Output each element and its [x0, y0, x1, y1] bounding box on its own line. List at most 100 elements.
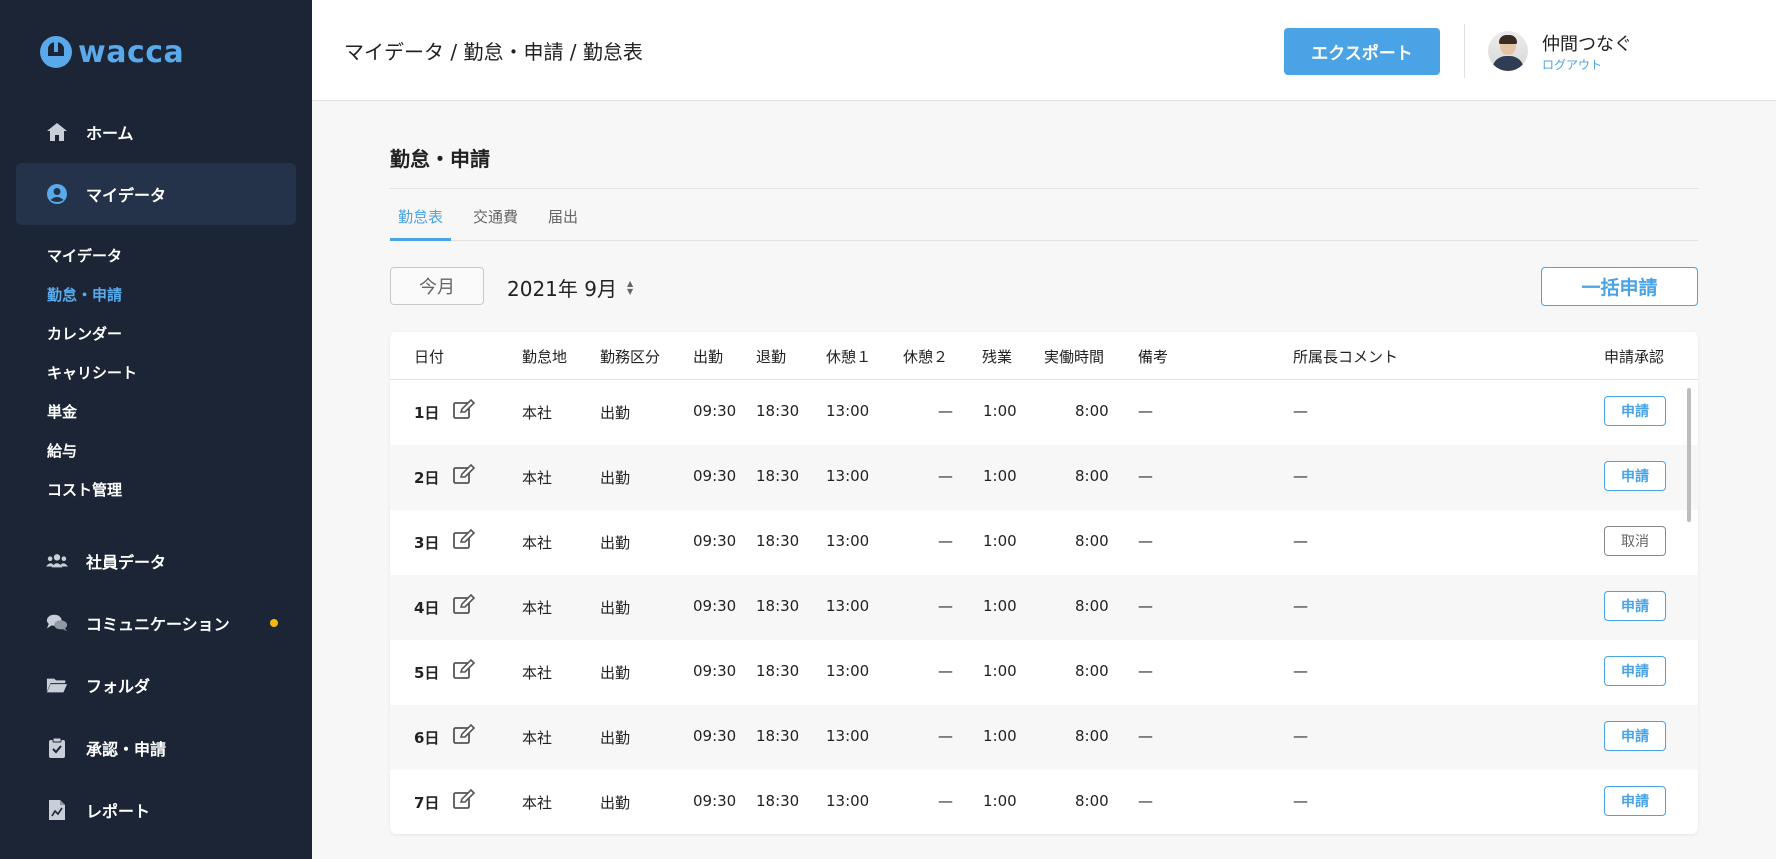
export-button[interactable]: エクスポート [1284, 28, 1440, 75]
sort-icon: ▲ ▼ [626, 278, 634, 296]
nav-item-label: ホーム [86, 124, 134, 143]
cell-overtime: 1:00 [983, 727, 1017, 745]
nav-item-home[interactable]: ホーム [16, 101, 296, 163]
app-logo[interactable]: wacca [40, 34, 184, 70]
cell-overtime: 1:00 [983, 792, 1017, 810]
logo-icon [40, 36, 72, 68]
apply-button[interactable]: 申請 [1604, 786, 1666, 816]
attendance-table: 日付 勤怠地 勤務区分 出勤 退勤 休憩１ 休憩２ 残業 実働時間 備考 所属長… [390, 332, 1698, 834]
col-overtime: 残業 [982, 348, 1013, 366]
table-scrollbar[interactable] [1687, 388, 1691, 522]
apply-button[interactable]: 申請 [1604, 461, 1666, 491]
cell-worked-hours: 8:00 [1075, 532, 1109, 550]
cell-overtime: 1:00 [983, 532, 1017, 550]
cell-worked-hours: 8:00 [1075, 402, 1109, 420]
cell-work-type: 出勤 [600, 469, 631, 487]
apply-button[interactable]: 申請 [1604, 656, 1666, 686]
clipboard-check-icon [46, 737, 68, 759]
edit-icon[interactable] [452, 593, 476, 617]
cell-place: 本社 [522, 404, 553, 422]
edit-icon[interactable] [452, 788, 476, 812]
edit-icon[interactable] [452, 463, 476, 487]
col-note: 備考 [1138, 348, 1169, 366]
subnav-item-salary[interactable]: 給与 [47, 439, 137, 478]
cell-worked-hours: 8:00 [1075, 597, 1109, 615]
cell-overtime: 1:00 [983, 402, 1017, 420]
cell-overtime: 1:00 [983, 467, 1017, 485]
col-worked-hours: 実働時間 [1044, 348, 1105, 366]
cancel-request-button[interactable]: 取消 [1604, 526, 1666, 556]
cell-work-type: 出勤 [600, 794, 631, 812]
cell-clock-out: 18:30 [756, 402, 800, 420]
month-selector[interactable]: 2021年 9月 ▲ ▼ [507, 273, 633, 302]
cell-clock-in: 09:30 [693, 532, 737, 550]
tab-attendance-sheet[interactable]: 勤怠表 [390, 200, 452, 241]
title-divider [390, 188, 1698, 189]
cell-worked-hours: 8:00 [1075, 662, 1109, 680]
tab-notifications[interactable]: 届出 [540, 200, 586, 241]
col-approval: 申請承認 [1604, 348, 1665, 366]
bulk-apply-button[interactable]: 一括申請 [1541, 267, 1698, 306]
col-manager-comment: 所属長コメント [1293, 348, 1399, 366]
apply-button[interactable]: 申請 [1604, 591, 1666, 621]
sidebar: wacca ホーム マイデータ マイデータ 勤怠・申請 カレンダー キャリシート… [0, 0, 312, 859]
cell-note: — [1138, 402, 1153, 420]
cell-break1: 13:00 [826, 402, 870, 420]
report-icon [46, 799, 68, 821]
cell-break2: — [938, 662, 953, 680]
avatar-hair [1499, 35, 1517, 44]
edit-icon[interactable] [452, 528, 476, 552]
nav-item-folder[interactable]: フォルダ [16, 654, 296, 716]
subnav-item-mydata[interactable]: マイデータ [47, 244, 137, 283]
table-row: 2日 本社 出勤 09:30 18:30 13:00 — 1:00 8:00 — — 申請 [390, 445, 1698, 510]
col-date: 日付 [414, 348, 445, 366]
col-clock-out: 退勤 [756, 348, 787, 366]
apply-button[interactable]: 申請 [1604, 721, 1666, 751]
subnav-item-unit-price[interactable]: 単金 [47, 400, 137, 439]
subnav-item-calendar[interactable]: カレンダー [47, 322, 137, 361]
cell-date: 3日 [414, 534, 440, 552]
table-header: 日付 勤怠地 勤務区分 出勤 退勤 休憩１ 休憩２ 残業 実働時間 備考 所属長… [390, 332, 1698, 380]
cell-clock-out: 18:30 [756, 727, 800, 745]
page-title: 勤怠・申請 [390, 147, 490, 171]
nav-item-approvals[interactable]: 承認・申請 [16, 717, 296, 779]
nav-item-report[interactable]: レポート [16, 779, 296, 841]
edit-icon[interactable] [452, 723, 476, 747]
cell-manager-comment: — [1293, 532, 1308, 550]
cell-clock-in: 09:30 [693, 597, 737, 615]
cell-note: — [1138, 727, 1153, 745]
cell-place: 本社 [522, 729, 553, 747]
avatar[interactable] [1488, 31, 1528, 71]
table-row: 5日 本社 出勤 09:30 18:30 13:00 — 1:00 8:00 — — 申請 [390, 640, 1698, 705]
nav-item-employees[interactable]: 社員データ [16, 530, 296, 592]
apply-button[interactable]: 申請 [1604, 396, 1666, 426]
nav-item-label: コミュニケーション [86, 615, 230, 634]
subnav-item-career-sheet[interactable]: キャリシート [47, 361, 137, 400]
top-header: マイデータ / 勤怠・申請 / 勤怠表 エクスポート 仲間つなぐ ログアウト [312, 0, 1776, 101]
cell-note: — [1138, 597, 1153, 615]
logout-link[interactable]: ログアウト [1542, 56, 1602, 73]
cell-break1: 13:00 [826, 662, 870, 680]
nav-item-mydata[interactable]: マイデータ [16, 163, 296, 225]
table-row: 3日 本社 出勤 09:30 18:30 13:00 — 1:00 8:00 — — 取消 [390, 510, 1698, 575]
cell-note: — [1138, 467, 1153, 485]
this-month-button[interactable]: 今月 [390, 267, 484, 305]
col-clock-in: 出勤 [693, 348, 724, 366]
cell-worked-hours: 8:00 [1075, 467, 1109, 485]
edit-icon[interactable] [452, 658, 476, 682]
table-row: 7日 本社 出勤 09:30 18:30 13:00 — 1:00 8:00 — — 申請 [390, 770, 1698, 834]
cell-note: — [1138, 662, 1153, 680]
cell-date: 4日 [414, 599, 440, 617]
cell-clock-in: 09:30 [693, 662, 737, 680]
subnav-item-cost[interactable]: コスト管理 [47, 478, 137, 517]
cell-clock-in: 09:30 [693, 792, 737, 810]
col-break2: 休憩２ [903, 348, 949, 366]
notification-dot [270, 619, 278, 627]
header-divider [1464, 24, 1465, 78]
subnav-item-attendance[interactable]: 勤怠・申請 [47, 283, 137, 322]
user-circle-icon [46, 183, 68, 205]
tab-transportation[interactable]: 交通費 [465, 200, 526, 241]
nav-item-communication[interactable]: コミュニケーション [16, 592, 296, 654]
edit-icon[interactable] [452, 398, 476, 422]
cell-place: 本社 [522, 599, 553, 617]
